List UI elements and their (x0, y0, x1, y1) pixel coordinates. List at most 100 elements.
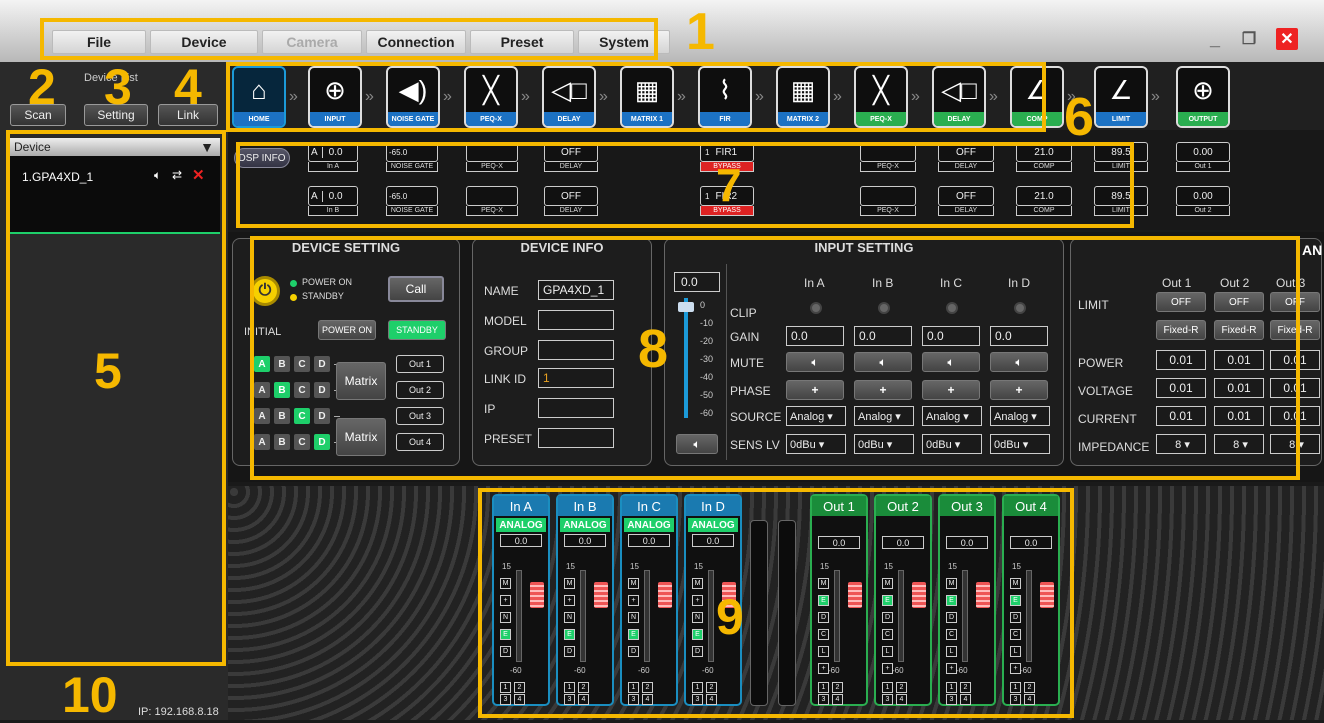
route-c-4[interactable]: C (294, 434, 310, 450)
channel-link-3[interactable]: 3 (1010, 694, 1021, 705)
channel-link-4[interactable]: 4 (896, 694, 907, 705)
comp-c[interactable]: C (1010, 629, 1021, 640)
block-delay[interactable]: ◁□ DELAY (932, 66, 986, 128)
fader-knob[interactable] (912, 582, 926, 608)
delay-d[interactable]: D (882, 612, 893, 623)
channel-link-1[interactable]: 1 (818, 682, 829, 693)
gain-field[interactable]: 0.0 (854, 326, 912, 346)
channel-link-1[interactable]: 1 (882, 682, 893, 693)
channel-link-3[interactable]: 3 (564, 694, 575, 705)
delay-out-box[interactable]: OFF (938, 142, 994, 162)
mute-m[interactable]: M (1010, 578, 1021, 589)
voltage-field[interactable]: 0.01 (1270, 378, 1320, 398)
route-b-3[interactable]: B (274, 408, 290, 424)
block-matrix-2[interactable]: ▦ MATRIX 2 (776, 66, 830, 128)
channel-link-2[interactable]: 2 (960, 682, 971, 693)
channel-link-3[interactable]: 3 (882, 694, 893, 705)
channel-link-2[interactable]: 2 (578, 682, 589, 693)
eq-e[interactable]: E (882, 595, 893, 606)
delete-icon[interactable]: ✕ (192, 166, 205, 184)
fixed-r-button[interactable]: Fixed-R (1214, 320, 1264, 340)
channel-gain-value[interactable]: 0.0 (628, 534, 670, 547)
sync-icon[interactable]: ⇄ (172, 168, 182, 182)
power-field[interactable]: 0.01 (1156, 350, 1206, 370)
channel-gain-value[interactable]: 0.0 (882, 536, 924, 549)
fader-track[interactable] (580, 570, 586, 662)
channel-gain-value[interactable]: 0.0 (564, 534, 606, 547)
mute-m[interactable]: M (500, 578, 511, 589)
channel-link-2[interactable]: 2 (896, 682, 907, 693)
channel-link-2[interactable]: 2 (514, 682, 525, 693)
limit-toggle[interactable]: OFF (1214, 292, 1264, 312)
eq-e[interactable]: E (1010, 595, 1021, 606)
eq-e[interactable]: E (564, 629, 575, 640)
route-a-2[interactable]: A (254, 382, 270, 398)
eq-e[interactable]: E (500, 629, 511, 640)
speaker-icon[interactable]: 🔈︎ (154, 168, 161, 183)
linkid-field[interactable]: 1 (538, 368, 614, 388)
channel-gain-value[interactable]: 0.0 (818, 536, 860, 549)
block-input[interactable]: ⊕ INPUT (308, 66, 362, 128)
route-b-1[interactable]: B (274, 356, 290, 372)
mute-m[interactable]: M (628, 578, 639, 589)
noise-gate-box[interactable]: -65.0 (386, 142, 438, 162)
eq-e[interactable]: E (692, 629, 703, 640)
route-a-4[interactable]: A (254, 434, 270, 450)
gain-field[interactable]: 0.0 (922, 326, 980, 346)
source-select[interactable]: Analog ▾ (786, 406, 846, 426)
out-field-2[interactable]: Out 2 (396, 381, 444, 399)
menu-file[interactable]: File (52, 30, 146, 54)
mute-m[interactable]: M (692, 578, 703, 589)
comp-c[interactable]: C (946, 629, 957, 640)
mute-m[interactable]: M (818, 578, 829, 589)
call-button[interactable]: Call (388, 276, 444, 302)
fader-knob[interactable] (594, 582, 608, 608)
route-a-1[interactable]: A (254, 356, 270, 372)
output-box[interactable]: 0.00 (1176, 186, 1230, 206)
fader-track[interactable] (962, 570, 968, 662)
peq-out-box[interactable] (860, 186, 916, 206)
menu-preset[interactable]: Preset (470, 30, 574, 54)
limit-l[interactable]: L (1010, 646, 1021, 657)
limit-toggle[interactable]: OFF (1156, 292, 1206, 312)
route-d-3[interactable]: D (314, 408, 330, 424)
fader-knob[interactable] (658, 582, 672, 608)
power-icon[interactable]: ⏻ (250, 276, 280, 306)
channel-link-2[interactable]: 2 (832, 682, 843, 693)
close-button[interactable]: ✕ (1276, 28, 1298, 50)
delay-d[interactable]: D (818, 612, 829, 623)
phase-button[interactable]: + (990, 380, 1048, 400)
power-field[interactable]: 0.01 (1270, 350, 1320, 370)
limit-l[interactable]: L (946, 646, 957, 657)
route-c-1[interactable]: C (294, 356, 310, 372)
channel-link-4[interactable]: 4 (1024, 694, 1035, 705)
noise-n[interactable]: N (500, 612, 511, 623)
channel-link-3[interactable]: 3 (946, 694, 957, 705)
comp-c[interactable]: C (882, 629, 893, 640)
delay-d[interactable]: D (564, 646, 575, 657)
channel-link-1[interactable]: 1 (946, 682, 957, 693)
channel-link-4[interactable]: 4 (706, 694, 717, 705)
route-d-1[interactable]: D (314, 356, 330, 372)
restore-button[interactable]: ❐ (1238, 28, 1260, 50)
fader-track[interactable] (516, 570, 522, 662)
limit-box[interactable]: 89.5 (1094, 142, 1148, 162)
phase-button[interactable]: + (922, 380, 980, 400)
comp-box[interactable]: 21.0 (1016, 186, 1072, 206)
channel-link-4[interactable]: 4 (642, 694, 653, 705)
delay-box[interactable]: OFF (544, 142, 598, 162)
master-gain-field[interactable]: 0.0 (674, 272, 720, 292)
mute-button[interactable]: 🔈︎ (990, 352, 1048, 372)
source-select[interactable]: Analog ▾ (990, 406, 1050, 426)
dsp-info-button[interactable]: DSP INFO (234, 148, 290, 168)
peq-out-box[interactable] (860, 142, 916, 162)
peq-box[interactable] (466, 186, 518, 206)
phase-plus[interactable]: + (628, 595, 639, 606)
impedance-select[interactable]: 8 ▾ (1214, 434, 1264, 454)
gain-field[interactable]: 0.0 (990, 326, 1048, 346)
voltage-field[interactable]: 0.01 (1214, 378, 1264, 398)
fader-knob[interactable] (530, 582, 544, 608)
fader-track[interactable] (644, 570, 650, 662)
phase-button[interactable]: + (854, 380, 912, 400)
delay-out-box[interactable]: OFF (938, 186, 994, 206)
